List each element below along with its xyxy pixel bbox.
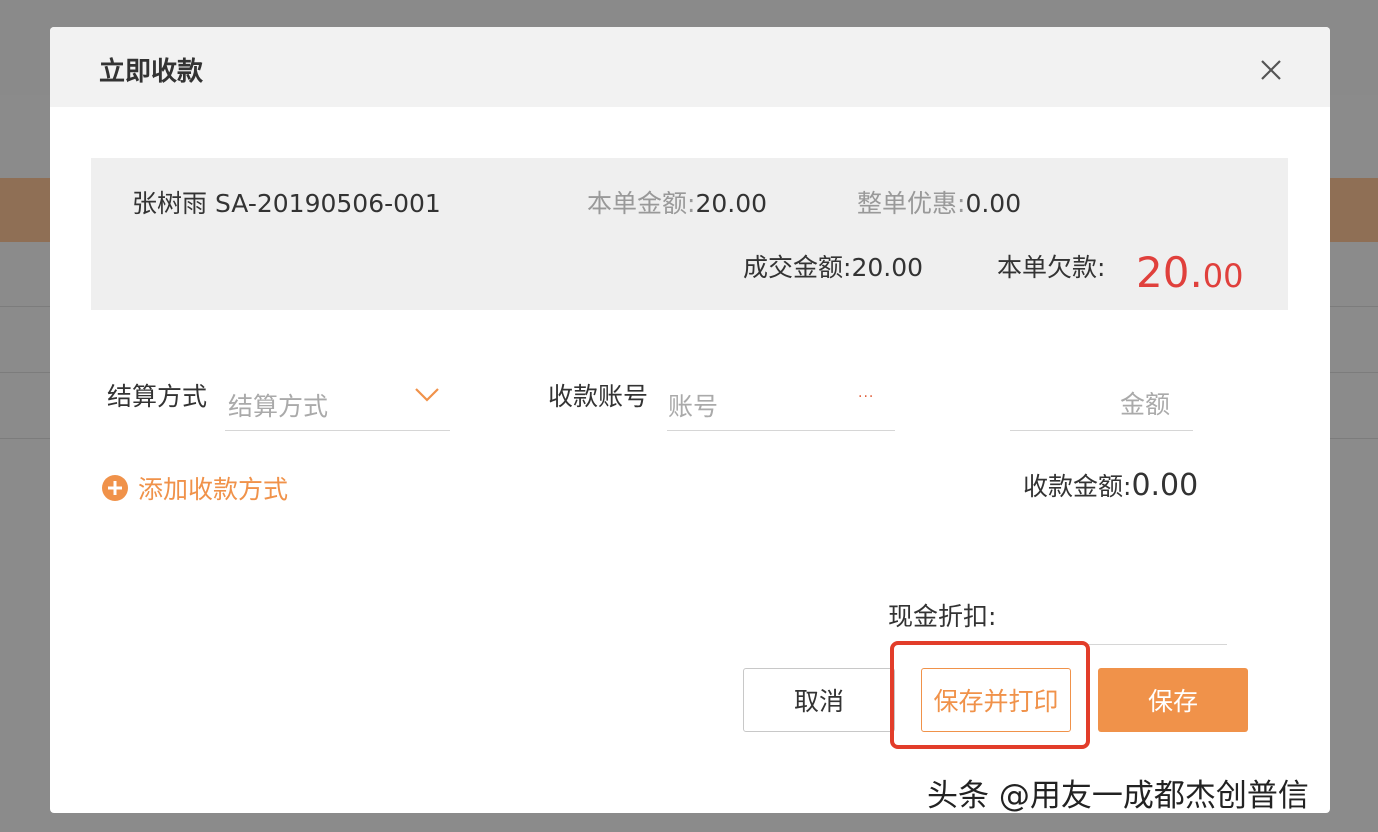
account-placeholder: 账号 <box>668 392 719 421</box>
account-input[interactable]: 账号 ··· <box>667 383 895 431</box>
amount-input[interactable]: 金额 <box>1010 383 1193 431</box>
cash-discount-input[interactable] <box>1085 644 1227 645</box>
cash-discount-label: 现金折扣: <box>888 602 997 631</box>
order-discount: 整单优惠:0.00 <box>857 184 1021 220</box>
deal-amount: 成交金额:20.00 <box>743 248 923 284</box>
close-icon[interactable] <box>1256 55 1286 85</box>
order-discount-label: 整单优惠: <box>857 189 966 218</box>
add-payment-method-label: 添加收款方式 <box>138 475 289 504</box>
order-discount-value: 0.00 <box>965 189 1022 218</box>
order-summary-panel: 张树雨 SA-20190506-001 本单金额:20.00 整单优惠:0.00… <box>91 158 1288 310</box>
deal-amount-value: 20.00 <box>851 253 924 282</box>
save-button[interactable]: 保存 <box>1098 668 1248 732</box>
debt-amount-int: 20. <box>1136 248 1203 297</box>
receive-payment-modal: 立即收款 张树雨 SA-20190506-001 本单金额:20.00 整单优惠… <box>50 27 1330 813</box>
order-amount-label: 本单金额: <box>587 189 696 218</box>
modal-header: 立即收款 <box>50 27 1330 107</box>
account-label: 收款账号 <box>548 382 649 411</box>
deal-amount-label: 成交金额: <box>743 253 852 282</box>
watermark: 头条 @用友一成都杰创普信 <box>927 778 1309 814</box>
received-amount-label: 收款金额: <box>1023 472 1132 501</box>
received-amount-value: 0.00 <box>1131 468 1199 503</box>
cancel-button[interactable]: 取消 <box>743 668 895 732</box>
amount-placeholder: 金额 <box>1120 390 1171 419</box>
debt-amount: 20.00 <box>1136 248 1244 297</box>
settlement-method-label: 结算方式 <box>107 382 208 411</box>
settlement-method-placeholder: 结算方式 <box>228 392 329 421</box>
chevron-down-icon <box>415 388 439 402</box>
settlement-method-select[interactable]: 结算方式 <box>225 383 450 431</box>
plus-circle-icon <box>102 475 128 501</box>
debt-label: 本单欠款: <box>997 253 1106 282</box>
order-amount-value: 20.00 <box>695 189 768 218</box>
received-amount: 收款金额:0.00 <box>1023 467 1198 503</box>
save-and-print-button[interactable]: 保存并打印 <box>921 668 1071 732</box>
modal-title: 立即收款 <box>99 57 204 87</box>
customer-order-number: 张树雨 SA-20190506-001 <box>132 189 441 218</box>
debt-amount-dec: 00 <box>1202 257 1244 295</box>
order-amount: 本单金额:20.00 <box>587 184 767 220</box>
add-payment-method-button[interactable]: 添加收款方式 <box>102 471 288 505</box>
more-icon[interactable]: ··· <box>858 389 874 405</box>
